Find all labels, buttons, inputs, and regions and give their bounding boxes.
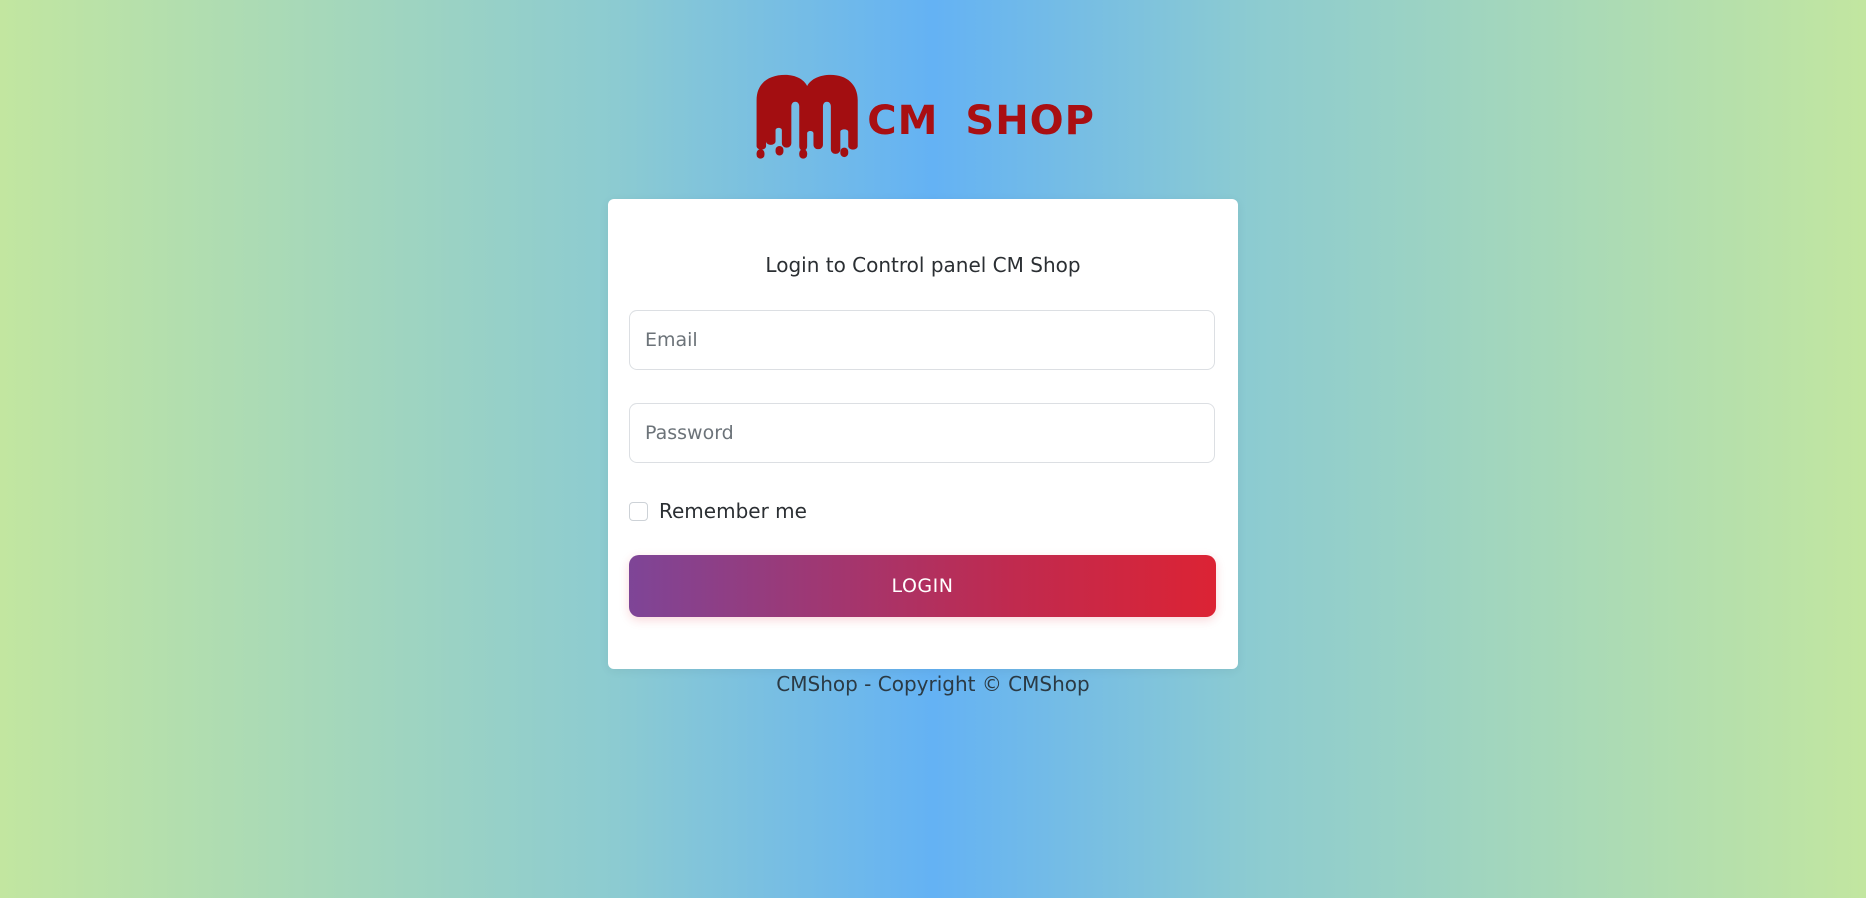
footer-copyright: CMShop - Copyright © CMShop [776, 672, 1090, 696]
brand-name: CM SHOP [867, 98, 1095, 144]
email-input[interactable] [629, 310, 1215, 370]
remember-me-checkbox[interactable] [629, 501, 648, 521]
login-button[interactable]: LOGIN [629, 555, 1216, 617]
login-title: Login to Control panel CM Shop [765, 253, 1081, 277]
login-card: Login to Control panel CM Shop Remember … [608, 199, 1238, 669]
remember-me-label: Remember me [659, 499, 807, 523]
brand-logo: CM SHOP [755, 62, 1095, 172]
remember-me-option[interactable]: Remember me [629, 499, 807, 523]
password-input[interactable] [629, 403, 1215, 463]
dripping-m-logo-icon [756, 74, 858, 159]
